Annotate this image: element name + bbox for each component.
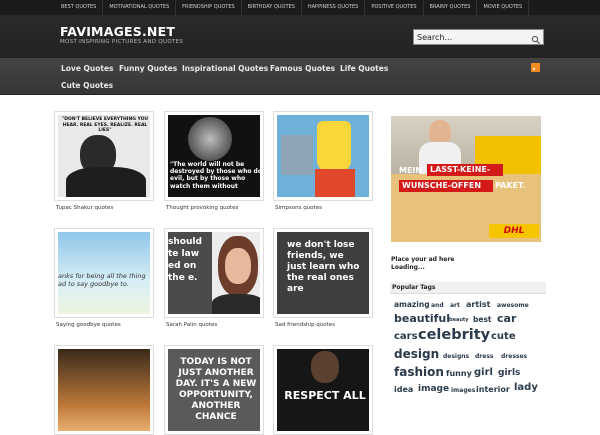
nav-item-inspirational-quotes[interactable]: Inspirational Quotes [182,64,268,73]
loading-label: Loading... [391,264,425,271]
search-input-value[interactable]: Search... [417,31,452,44]
thumb-quote-text: anks for being all the thing ad to say g… [58,272,146,288]
site-tagline: MOST INSPIRING PICTURES AND QUOTES [60,39,184,45]
tag-link[interactable]: idea [394,385,413,394]
tag-link[interactable]: dresses [501,353,527,360]
thumb-quote-text: RESPECT ALL [284,389,366,402]
thumb-caption[interactable]: Sarah Palin quotes [166,322,217,328]
top-link[interactable]: Birthday Quotes [242,0,302,15]
tag-link[interactable]: artist [466,300,491,309]
thumb-quote-text: we don't lose friends, we just learn who… [287,240,360,294]
tag-link[interactable]: funny [446,369,472,378]
tag-link[interactable]: girls [498,368,520,378]
tag-link[interactable]: images [451,387,475,394]
popular-tags-header: Popular Tags [390,282,546,294]
top-link[interactable]: Brainy Quotes [424,0,478,15]
tag-link[interactable]: girl [474,367,493,378]
search-input[interactable]: Search... [413,29,544,45]
ad-line-2: LASST-KEINE- [427,164,503,176]
place-ad-label[interactable]: Place your ad here [391,256,454,264]
search-icon[interactable] [530,31,542,45]
tag-link[interactable]: interior [476,385,510,394]
top-links-bar: Best Quotes Motivational Quotes Friendsh… [0,0,600,15]
thumb-caption[interactable]: Tupac Shakur quotes [56,205,113,211]
nav-item-famous-quotes[interactable]: Famous Quotes [270,64,335,73]
tag-link[interactable]: cars [394,331,418,342]
site-header: FAVIMAGES.NET MOST INSPIRING PICTURES AN… [0,15,600,58]
main-nav: Love Quotes Funny Quotes Inspirational Q… [0,58,600,95]
site-title[interactable]: FAVIMAGES.NET [60,24,175,39]
popular-tags-title: Popular Tags [392,284,436,291]
thumb-caption[interactable]: Sad friendship quotes [275,322,335,328]
thumb-caption[interactable]: Saying goodbye quotes [56,322,121,328]
thumb-quote-text: TODAY IS NOT JUST ANOTHER DAY. IT'S A NE… [175,357,257,422]
ad-line-4: PAKET. [495,181,526,190]
tag-link[interactable]: beautiful [394,312,450,325]
ad-line-3: WUNSCHE-OFFEN [399,180,493,192]
gallery-thumb-new-opportunity[interactable]: TODAY IS NOT JUST ANOTHER DAY. IT'S A NE… [164,345,264,435]
dhl-ad-banner[interactable]: MEIN LASST-KEINE- WUNSCHE-OFFEN PAKET. D… [391,116,541,242]
tag-link[interactable]: lady [514,382,538,393]
dhl-logo: DHL [489,224,539,238]
tag-link[interactable]: car [497,312,516,325]
tag-link[interactable]: and [431,302,444,309]
ad-line-1: MEIN [399,166,422,176]
place-ad-text[interactable]: Place your ad here Loading... [391,256,454,272]
top-link[interactable]: Best Quotes [55,0,104,15]
tag-link[interactable]: image [418,384,449,394]
tag-link[interactable]: amazing [394,300,430,309]
gallery-thumb-tupac[interactable]: "DON'T BELIEVE EVERYTHING YOU HEAR. REAL… [54,111,154,201]
thumb-quote-text: should te law ed on the e. [168,237,202,283]
top-link[interactable]: Movie Quotes [477,0,530,15]
rss-icon[interactable] [531,63,540,72]
nav-item-love-quotes[interactable]: Love Quotes [61,64,114,73]
thumb-caption[interactable]: Simpsons quotes [275,205,322,211]
nav-item-funny-quotes[interactable]: Funny Quotes [119,64,177,73]
thumb-window [281,135,313,175]
bart-shirt [315,169,355,197]
tag-link[interactable]: beauty [449,317,469,323]
top-link[interactable]: Positive Quotes [365,0,424,15]
gallery-thumb-respect[interactable]: RESPECT ALL [273,345,373,435]
thumb-quote-text: "DON'T BELIEVE EVERYTHING YOU HEAR. REAL… [61,117,149,133]
tag-link[interactable]: art [450,302,460,309]
nav-item-cute-quotes[interactable]: Cute Quotes [61,81,113,90]
top-link[interactable]: Friendship Quotes [176,0,242,15]
top-link[interactable]: Motivational Quotes [103,0,177,15]
gallery-thumb-einstein[interactable]: "The world will not be destroyed by thos… [164,111,264,201]
tag-link[interactable]: awesome [497,302,529,309]
portrait-head [311,351,339,383]
tag-link[interactable]: design [394,347,439,361]
gallery-thumb-row3-1[interactable] [54,345,154,435]
gallery-thumb-friends[interactable]: we don't lose friends, we just learn who… [273,228,373,318]
tag-link[interactable]: fashion [394,365,444,379]
gallery-thumb-palin[interactable]: should te law ed on the e. [164,228,264,318]
tag-link[interactable]: designs [443,353,469,360]
bart-head [317,121,351,171]
gallery-thumb-simpsons[interactable] [273,111,373,201]
top-link[interactable]: Happiness Quotes [302,0,366,15]
tag-link[interactable]: best [473,315,492,324]
thumb-caption[interactable]: Thought provoking quotes [166,205,238,211]
thumb-quote-text: "The world will not be destroyed by thos… [170,161,260,190]
nav-item-life-quotes[interactable]: Life Quotes [340,64,388,73]
tag-link[interactable]: dress [475,353,493,360]
portrait-body [212,294,260,314]
gallery-thumb-goodbye[interactable]: anks for being all the thing ad to say g… [54,228,154,318]
portrait-face [225,248,251,284]
tag-link[interactable]: celebrity [418,327,490,343]
portrait-head [188,117,232,161]
portrait-body [66,167,146,197]
tag-link[interactable]: cute [491,331,516,342]
